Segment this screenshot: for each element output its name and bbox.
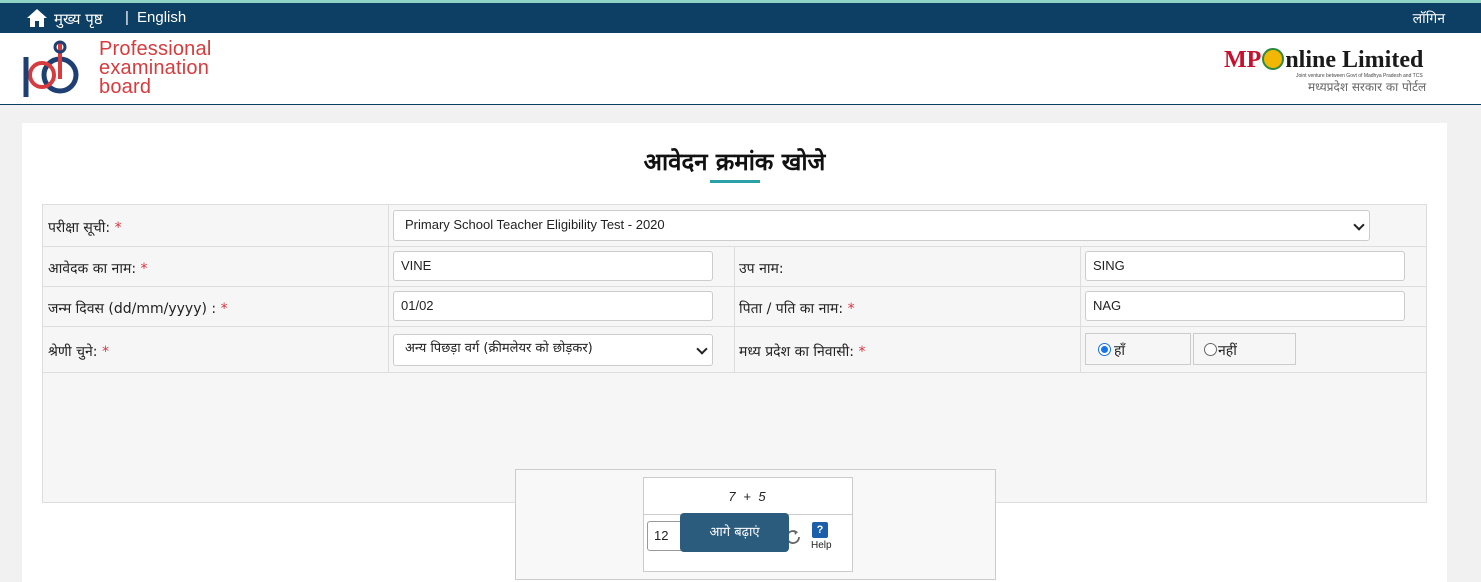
- chevron-down-icon: [1353, 219, 1365, 231]
- mp-resident-no-label: नहीं: [1218, 343, 1237, 359]
- mp-resident-yes-label: हाँ: [1114, 343, 1126, 359]
- exam-list-label-cell: परीक्षा सूची: *: [43, 205, 389, 247]
- nav-separator: |: [125, 9, 129, 26]
- category-label: श्रेणी चुने: *: [48, 344, 109, 360]
- radio-unselected-icon[interactable]: [1204, 343, 1217, 356]
- peb-logo-line: board: [99, 76, 152, 98]
- dob-label-cell: जन्म दिवस (dd/mm/yyyy) : *: [43, 287, 389, 327]
- proceed-button[interactable]: आगे बढ़ाएं: [680, 513, 789, 552]
- mp-resident-label: मध्य प्रदेश का निवासी: *: [739, 344, 866, 360]
- applicant-name-input-cell: VINE: [389, 247, 735, 287]
- peb-logo-text: Professional examination board: [99, 39, 211, 98]
- dob-input-cell: 01/02: [389, 287, 735, 327]
- surname-field[interactable]: SING: [1085, 251, 1405, 281]
- mponline-logo-title: MP nline Limited: [1224, 47, 1424, 73]
- father-name-input-cell: NAG: [1081, 287, 1426, 327]
- mp-resident-input-cell: हाँ नहीं: [1081, 327, 1426, 373]
- home-icon[interactable]: [26, 8, 48, 28]
- language-english-link[interactable]: English: [137, 9, 186, 26]
- category-input-cell: अन्य पिछड़ा वर्ग (क्रीमलेयर को छोड़कर): [389, 327, 735, 373]
- mp-emblem-icon: [1262, 48, 1285, 70]
- mponline-logo[interactable]: MP nline Limited Joint venture between Go…: [1224, 47, 1454, 97]
- home-link[interactable]: मुख्य पृष्ठ: [54, 9, 103, 29]
- dob-field[interactable]: 01/02: [393, 291, 713, 321]
- exam-list-input-cell: Primary School Teacher Eligibility Test …: [389, 205, 1426, 247]
- title-underline: [710, 180, 760, 183]
- exam-list-select[interactable]: Primary School Teacher Eligibility Test …: [393, 210, 1370, 241]
- application-search-form: परीक्षा सूची: * Primary School Teacher E…: [42, 204, 1427, 580]
- site-header: Professional examination board MP nline L…: [0, 33, 1481, 105]
- mp-resident-no-option[interactable]: नहीं: [1193, 333, 1296, 365]
- surname-input-cell: SING: [1081, 247, 1426, 287]
- mp-resident-yes-option[interactable]: हाँ: [1085, 333, 1191, 365]
- peb-logo-icon[interactable]: [22, 39, 102, 99]
- category-label-cell: श्रेणी चुने: *: [43, 327, 389, 373]
- chevron-down-icon: [696, 343, 708, 355]
- page-title: आवेदन क्रमांक खोजे: [643, 148, 826, 176]
- category-select[interactable]: अन्य पिछड़ा वर्ग (क्रीमलेयर को छोड़कर): [393, 334, 713, 366]
- mponline-hindi-tagline: मध्यप्रदेश सरकार का पोर्टल: [1308, 80, 1427, 94]
- exam-list-label: परीक्षा सूची: *: [48, 220, 122, 236]
- help-label[interactable]: Help: [811, 540, 832, 551]
- applicant-name-field[interactable]: VINE: [393, 251, 713, 281]
- surname-label: उप नाम:: [739, 261, 784, 277]
- radio-selected-icon[interactable]: [1098, 343, 1111, 356]
- top-navigation-bar: मुख्य पृष्ठ | English लॉगिन: [0, 3, 1481, 33]
- search-form-card: आवेदन क्रमांक खोजे परीक्षा सूची: * Prima…: [22, 123, 1447, 582]
- father-name-label: पिता / पति का नाम: *: [739, 301, 855, 317]
- dob-label: जन्म दिवस (dd/mm/yyyy) : *: [48, 301, 228, 317]
- applicant-name-label: आवेदक का नाम: *: [48, 261, 148, 277]
- mp-resident-label-cell: मध्य प्रदेश का निवासी: *: [735, 327, 1081, 373]
- surname-label-cell: उप नाम:: [735, 247, 1081, 287]
- father-name-label-cell: पिता / पति का नाम: *: [735, 287, 1081, 327]
- applicant-name-label-cell: आवेदक का नाम: *: [43, 247, 389, 287]
- father-name-field[interactable]: NAG: [1085, 291, 1405, 321]
- login-link[interactable]: लॉगिन: [1413, 9, 1445, 28]
- help-icon[interactable]: ?: [812, 522, 828, 538]
- captcha-equation: 7 + 5: [644, 478, 852, 515]
